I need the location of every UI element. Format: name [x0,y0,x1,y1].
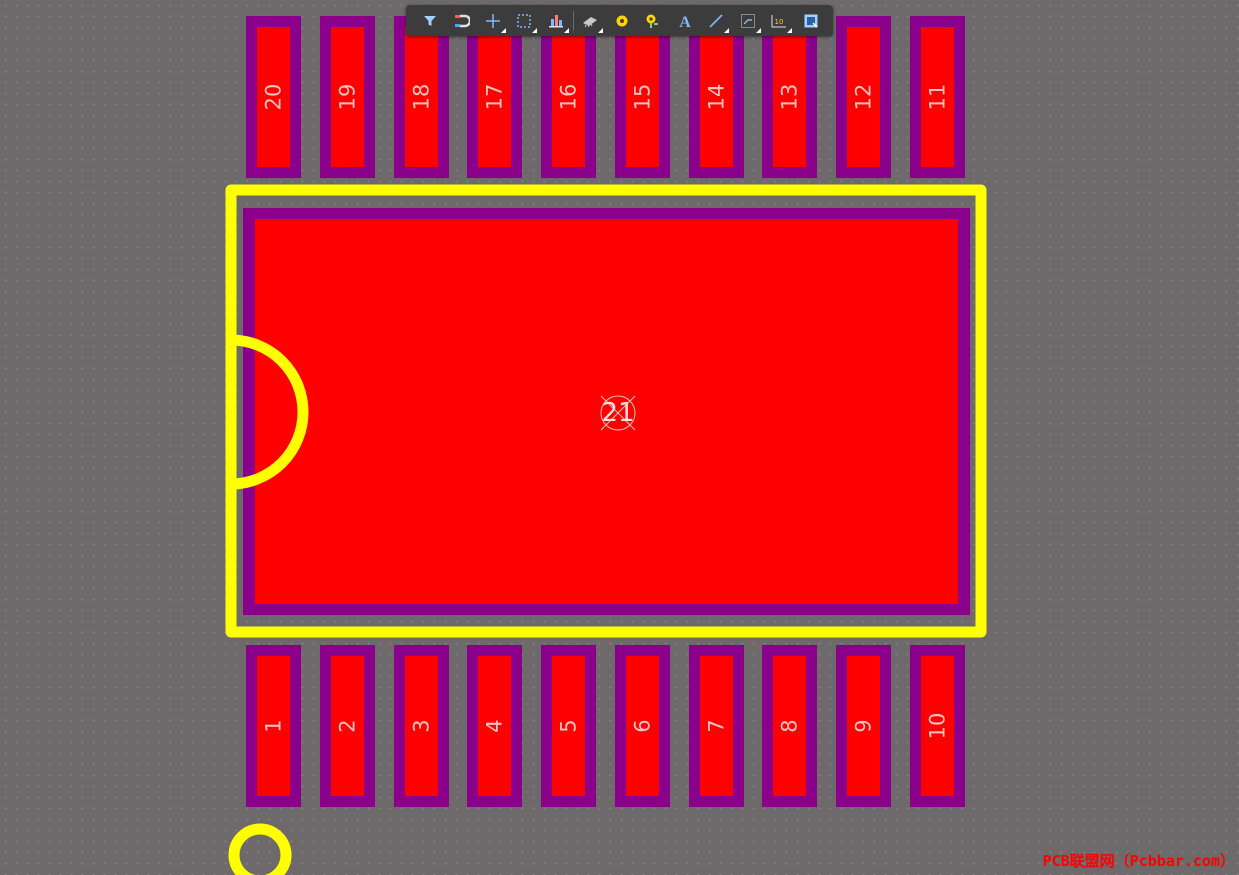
pad-number: 14 [704,83,729,111]
pad-1[interactable]: 1 [246,645,301,807]
pin1-marker-circle [228,823,292,875]
thermal-pad-mask[interactable]: 21 [243,208,970,615]
pad-11[interactable]: 11 [910,16,965,178]
pad-number: 11 [925,83,950,111]
pad-number: 4 [482,719,507,733]
active-bar-toolbar: A 10 [406,5,833,36]
pad-18[interactable]: 18 [394,16,449,178]
pad-number: 19 [335,83,360,111]
pad-19[interactable]: 19 [320,16,375,178]
pad-7[interactable]: 7 [689,645,744,807]
align-icon [548,14,563,27]
place-crosshair-button[interactable] [477,5,509,36]
select-rect-icon [517,13,531,28]
pad-number: 9 [851,719,876,733]
pad-14[interactable]: 14 [689,16,744,178]
align-button[interactable] [540,5,572,36]
pad-13[interactable]: 13 [762,16,817,178]
thermal-pad-origin: 21 [598,393,638,433]
pad-20[interactable]: 20 [246,16,301,178]
thermal-pad-copper: 21 [255,219,958,604]
pad-3[interactable]: 3 [394,645,449,807]
pad-number: 17 [482,83,507,111]
pad-15[interactable]: 15 [615,16,670,178]
place-region-button[interactable] [795,5,827,36]
pad-number: 12 [851,83,876,111]
pad-number: 16 [556,83,581,111]
pad-number: 13 [777,83,802,111]
pad-number: 1 [261,719,286,733]
pad-9[interactable]: 9 [836,645,891,807]
pad-number: 15 [630,83,655,111]
route-button[interactable] [732,5,764,36]
pad-number: 3 [409,719,434,733]
pad-number: 6 [630,719,655,733]
pad-number: 18 [409,83,434,111]
filter-button[interactable] [414,5,446,36]
toolbar-separator [572,10,574,31]
component-icon [583,16,598,27]
pad-number: 5 [556,719,581,733]
pad-number: 8 [777,719,802,733]
pad-16[interactable]: 16 [541,16,596,178]
place-line-button[interactable] [701,5,733,36]
svg-text:A: A [679,14,691,29]
pad-6[interactable]: 6 [615,645,670,807]
via-icon [646,14,659,28]
crosshair-icon [485,13,500,28]
pad-number: 20 [261,83,286,111]
place-component-button[interactable] [575,5,607,36]
pad-2[interactable]: 2 [320,645,375,807]
dimension-button[interactable]: 10 [764,5,796,36]
snap-magnet-icon [455,14,471,27]
pad-8[interactable]: 8 [762,645,817,807]
pad-number: 7 [704,719,729,733]
thermal-pad-label: 21 [601,398,635,428]
pad-number: 10 [925,712,950,740]
route-icon [740,13,755,28]
pad-icon [616,15,628,26]
pad-17[interactable]: 17 [467,16,522,178]
filter-icon [423,15,436,26]
region-icon [804,14,818,28]
pad-number: 2 [335,719,360,733]
snap-button[interactable] [446,5,478,36]
pad-12[interactable]: 12 [836,16,891,178]
pad-5[interactable]: 5 [541,645,596,807]
dimension-icon: 10 [771,14,787,27]
place-text-button[interactable]: A [669,5,701,36]
watermark: PCB联盟网（Pcbbar.com） [1042,852,1235,870]
place-via-button[interactable] [638,5,670,36]
pad-10[interactable]: 10 [910,645,965,807]
text-icon: A [679,14,691,29]
svg-text:10: 10 [775,18,784,26]
line-icon [709,13,723,28]
pad-4[interactable]: 4 [467,645,522,807]
select-rect-button[interactable] [509,5,541,36]
place-pad-button[interactable] [606,5,638,36]
